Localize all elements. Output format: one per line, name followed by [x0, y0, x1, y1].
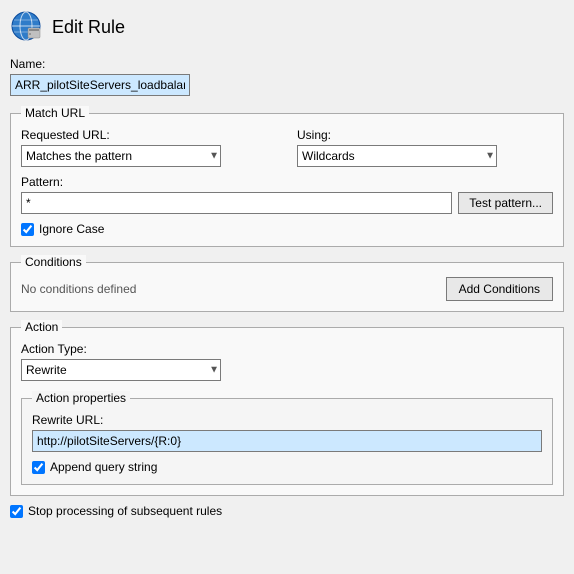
name-section: Name: [10, 57, 564, 96]
name-input[interactable] [10, 74, 190, 96]
using-wrapper: Wildcards Regular Expressions Exact Matc… [297, 145, 497, 167]
using-select[interactable]: Wildcards Regular Expressions Exact Matc… [297, 145, 497, 167]
action-type-label: Action Type: [21, 342, 553, 356]
conditions-group: Conditions No conditions defined Add Con… [10, 255, 564, 312]
page-header: Edit Rule [10, 10, 564, 45]
rewrite-url-label: Rewrite URL: [32, 413, 542, 427]
test-pattern-button[interactable]: Test pattern... [458, 192, 553, 214]
action-properties-group: Action properties Rewrite URL: Append qu… [21, 391, 553, 485]
requested-url-label: Requested URL: [21, 128, 277, 142]
requested-url-col: Requested URL: Matches the pattern Does … [21, 128, 277, 167]
ignore-case-checkbox[interactable] [21, 223, 34, 236]
no-conditions-text: No conditions defined [21, 282, 136, 296]
header-icon [10, 10, 42, 45]
conditions-row: No conditions defined Add Conditions [21, 277, 553, 301]
rewrite-url-input[interactable] [32, 430, 542, 452]
using-label: Using: [297, 128, 553, 142]
page-title: Edit Rule [52, 17, 125, 38]
append-query-string-checkbox[interactable] [32, 461, 45, 474]
using-col: Using: Wildcards Regular Expressions Exa… [297, 128, 553, 167]
pattern-input[interactable] [21, 192, 452, 214]
add-conditions-button[interactable]: Add Conditions [446, 277, 553, 301]
stop-processing-label[interactable]: Stop processing of subsequent rules [28, 504, 222, 518]
append-query-string-label[interactable]: Append query string [50, 460, 157, 474]
ignore-case-row: Ignore Case [21, 222, 553, 236]
conditions-legend: Conditions [21, 255, 86, 269]
action-type-wrapper: Rewrite Redirect Custom Response Abort R… [21, 359, 221, 381]
action-type-select[interactable]: Rewrite Redirect Custom Response Abort R… [21, 359, 221, 381]
action-group: Action Action Type: Rewrite Redirect Cus… [10, 320, 564, 496]
stop-processing-section: Stop processing of subsequent rules [10, 504, 564, 518]
action-type-row: Action Type: Rewrite Redirect Custom Res… [21, 342, 553, 381]
stop-processing-checkbox[interactable] [10, 505, 23, 518]
append-query-string-row: Append query string [32, 460, 542, 474]
requested-url-using-row: Requested URL: Matches the pattern Does … [21, 128, 553, 167]
requested-url-wrapper: Matches the pattern Does not match the p… [21, 145, 221, 167]
action-legend: Action [21, 320, 62, 334]
pattern-row: Test pattern... [21, 192, 553, 214]
name-label: Name: [10, 57, 564, 71]
ignore-case-label[interactable]: Ignore Case [39, 222, 104, 236]
match-url-legend: Match URL [21, 106, 89, 120]
match-url-group: Match URL Requested URL: Matches the pat… [10, 106, 564, 247]
requested-url-select[interactable]: Matches the pattern Does not match the p… [21, 145, 221, 167]
action-properties-legend: Action properties [32, 391, 130, 405]
pattern-label: Pattern: [21, 175, 553, 189]
